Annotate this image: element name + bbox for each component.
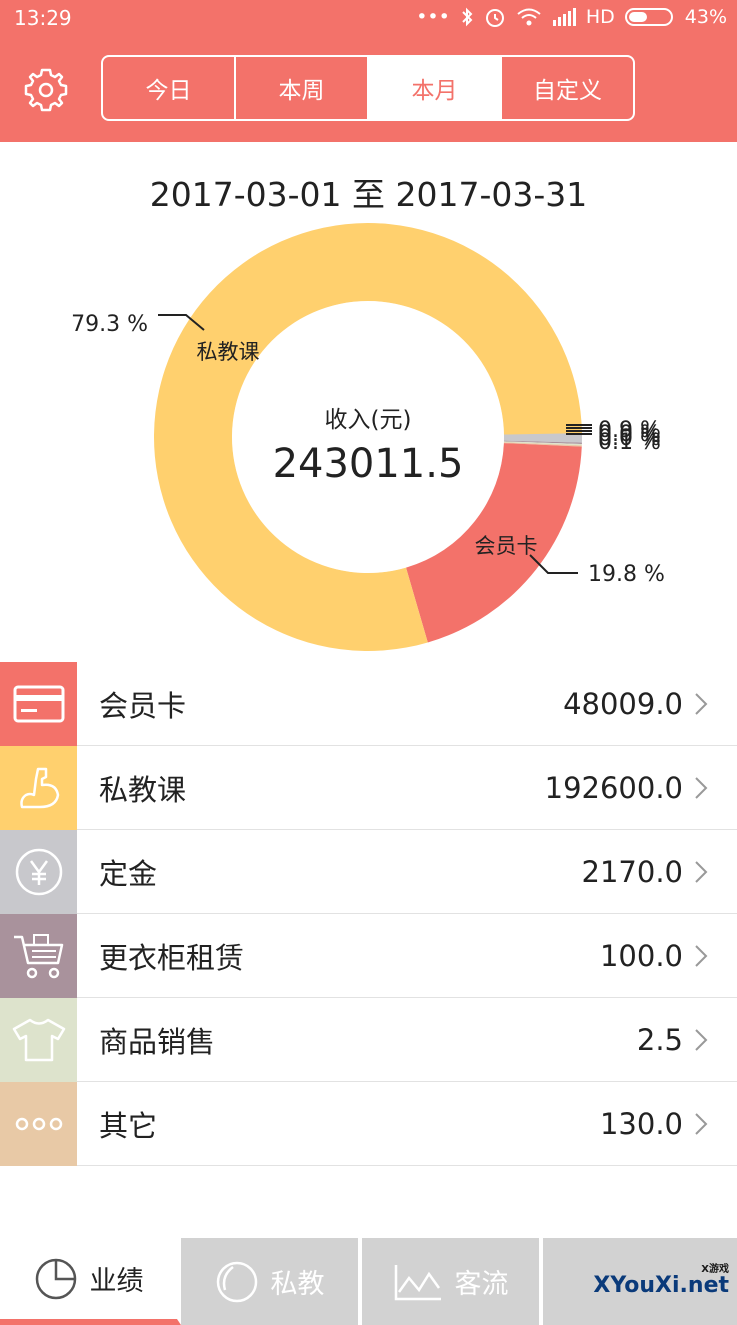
slice-percent-label: 0.1 % [598, 430, 661, 455]
chevron-right-icon [695, 1028, 708, 1051]
nav-label: 业绩 [89, 1266, 144, 1297]
row-icon-bg [0, 1082, 77, 1166]
row-body: 商品销售 2.5 [77, 998, 737, 1082]
tab-month[interactable]: 本月 [369, 57, 502, 119]
income-list: 会员卡 48009.0 私教课 192600.0 定金 2170.0 更衣柜租赁 [0, 662, 737, 1166]
tab-today[interactable]: 今日 [103, 57, 236, 119]
slice-label: 私教课 [197, 340, 260, 364]
row-value: 100.0 [599, 938, 683, 973]
chevron-right-icon [695, 776, 708, 799]
row-label: 其它 [99, 1108, 158, 1143]
card-icon [13, 685, 64, 723]
watermark: X游戏 XYouXi.net [593, 1260, 729, 1298]
row-label: 私教课 [99, 772, 187, 807]
watermark-text: XYouXi.net [593, 1273, 729, 1298]
more-icon [15, 1117, 62, 1131]
chevron-right-icon [695, 860, 708, 883]
gear-icon[interactable] [22, 66, 70, 114]
row-value: 192600.0 [544, 770, 683, 805]
center-value: 243011.5 [273, 441, 464, 487]
row-icon-bg [0, 662, 77, 746]
row-label: 会员卡 [99, 688, 187, 723]
slice-percent-label: 19.8 % [588, 562, 665, 587]
tab-week[interactable]: 本周 [236, 57, 369, 119]
status-time: 13:29 [14, 6, 72, 30]
nav-label: 客流 [454, 1269, 509, 1300]
tab-custom[interactable]: 自定义 [502, 57, 633, 119]
row-label: 商品销售 [99, 1024, 216, 1059]
yen-icon [15, 848, 62, 896]
signal-icon [552, 8, 576, 26]
donut-hole [246, 315, 490, 559]
donut-svg: 收入(元)243011.5私教课79.3 %会员卡19.8 %0.9 %0.0 … [71, 222, 665, 651]
list-item-locker-rental[interactable]: 更衣柜租赁 100.0 [0, 914, 737, 998]
row-icon-bg [0, 746, 77, 830]
line-chart-icon [394, 1264, 441, 1300]
row-label: 定金 [99, 856, 158, 891]
muscle-icon [19, 767, 59, 809]
row-label: 更衣柜租赁 [99, 940, 245, 975]
bottom-nav: 业绩 私教 客流 X游戏 XYouXi.net [0, 1238, 737, 1325]
status-bar: 13:29 ••• HD 43% [0, 0, 737, 36]
header: 今日 本周 本月 自定义 [0, 36, 737, 142]
row-value: 130.0 [599, 1106, 683, 1141]
bluetooth-icon [462, 7, 473, 27]
income-donut-chart: 收入(元) 243011.5 私教课 79.3 % 会员卡 19.8 % 0.9 % 0.0 … [0, 215, 737, 660]
row-body: 私教课 192600.0 [77, 746, 737, 830]
wifi-icon [517, 8, 541, 26]
more-dots-icon: ••• [416, 6, 450, 28]
row-body: 定金 2170.0 [77, 830, 737, 914]
list-item-personal-training[interactable]: 私教课 192600.0 [0, 746, 737, 830]
row-value: 2.5 [636, 1022, 683, 1057]
slice-label: 会员卡 [475, 534, 538, 558]
battery-icon [624, 8, 673, 26]
row-icon-bg [0, 830, 77, 914]
list-item-membership-card[interactable]: 会员卡 48009.0 [0, 662, 737, 746]
status-icons: ••• HD 43% [416, 6, 727, 28]
cart-icon [13, 934, 63, 979]
slice-percent-label: 79.3 % [71, 312, 148, 337]
row-body: 其它 130.0 [77, 1082, 737, 1166]
network-type: HD [585, 6, 615, 28]
nav-filler: X游戏 XYouXi.net [543, 1238, 737, 1325]
chevron-right-icon [695, 944, 708, 967]
shirt-icon [12, 1018, 65, 1062]
row-icon-bg [0, 914, 77, 998]
nav-performance[interactable]: 业绩 [0, 1238, 181, 1325]
period-selector: 今日 本周 本月 自定义 [101, 55, 635, 121]
nav-customer-flow[interactable]: 客流 [362, 1238, 543, 1325]
row-value: 48009.0 [563, 686, 683, 721]
row-icon-bg [0, 998, 77, 1082]
row-body: 更衣柜租赁 100.0 [77, 914, 737, 998]
pie-chart-icon [35, 1258, 76, 1299]
circle-icon [216, 1261, 257, 1302]
chevron-right-icon [695, 1112, 708, 1135]
nav-personal-training[interactable]: 私教 [181, 1238, 362, 1325]
row-body: 会员卡 48009.0 [77, 662, 737, 746]
battery-percent: 43% [684, 6, 727, 28]
row-value: 2170.0 [581, 854, 683, 889]
center-label: 收入(元) [325, 407, 412, 433]
list-item-other[interactable]: 其它 130.0 [0, 1082, 737, 1166]
list-item-deposit[interactable]: 定金 2170.0 [0, 830, 737, 914]
chevron-right-icon [695, 692, 708, 715]
nav-label: 私教 [270, 1269, 325, 1300]
date-range: 2017-03-01 至 2017-03-31 [149, 175, 588, 214]
list-item-merchandise-sales[interactable]: 商品销售 2.5 [0, 998, 737, 1082]
alarm-icon [485, 9, 504, 27]
